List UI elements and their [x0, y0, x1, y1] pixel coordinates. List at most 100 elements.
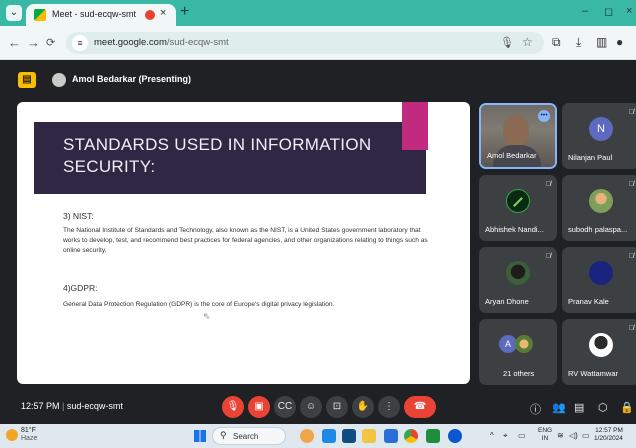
language-indicator[interactable]: ENG IN: [538, 427, 552, 443]
participant-avatar: [515, 335, 533, 353]
taskbar-search[interactable]: ⚲ Search: [212, 427, 286, 445]
chat-icon[interactable]: ▤: [574, 401, 584, 414]
tray-location-icon[interactable]: ⌖: [503, 431, 508, 441]
participant-name: subodh palaspa...: [568, 225, 628, 234]
raise-hand-button[interactable]: ✋: [352, 396, 374, 418]
participant-tile[interactable]: 🎙̸ N Nilanjan Paul: [562, 103, 636, 169]
tray-display-icon[interactable]: ▭: [518, 431, 526, 440]
profile-avatar-icon[interactable]: ●: [616, 35, 623, 49]
recording-indicator-icon: [145, 10, 155, 20]
captions-button[interactable]: CC: [274, 396, 296, 418]
app-icon[interactable]: [342, 429, 356, 443]
mic-off-icon: 🎙̸: [628, 109, 634, 116]
browser-toolbar: ← → ⟳ ≡ meet.google.com/sud-ecqw-smt 🎙 ☆…: [0, 26, 636, 60]
participant-tile[interactable]: 🎙̸ Abhishek Nandi...: [479, 175, 557, 241]
address-bar[interactable]: ≡ meet.google.com/sud-ecqw-smt 🎙 ☆: [66, 32, 544, 54]
participant-name: Aryan Dhone: [485, 297, 529, 306]
participant-name: Pranav Kale: [568, 297, 609, 306]
slide-section-title: 3) NIST:: [63, 211, 94, 221]
slide-section-body: The National Institute of Standards and …: [63, 227, 428, 254]
participant-tile-others[interactable]: A 21 others: [479, 319, 557, 385]
weather-widget[interactable]: 81°F Haze: [21, 427, 37, 443]
weather-haze-icon[interactable]: [6, 429, 18, 441]
screen: ⌄ Meet - sud-ecqw-smt × + – ◻ × ← → ⟳ ≡ …: [0, 0, 636, 448]
participant-avatar: [589, 333, 613, 357]
slide-heading: STANDARDS USED IN INFORMATION SECURITY:: [63, 135, 372, 176]
file-explorer-icon[interactable]: [362, 429, 376, 443]
browser-tab-strip: ⌄ Meet - sud-ecqw-smt × + – ◻ ×: [0, 0, 636, 26]
url-text: meet.google.com/sud-ecqw-smt: [94, 37, 229, 48]
app-icon[interactable]: [448, 429, 462, 443]
more-options-button[interactable]: ⋮: [378, 396, 400, 418]
app-icon[interactable]: [426, 429, 440, 443]
new-tab-button[interactable]: +: [180, 3, 189, 21]
camera-toggle-button[interactable]: ▣: [248, 396, 270, 418]
slide-section-title: 4)GDPR:: [63, 283, 98, 293]
mic-toggle-button[interactable]: 🎙: [222, 396, 244, 418]
participant-tile[interactable]: 🎙̸ RV Wattamwar: [562, 319, 636, 385]
windows-taskbar: 81°F Haze ⚲ Search ^ ⌖ ▭ ENG IN ≋ ◁) ▭ 1…: [0, 424, 636, 448]
activities-icon[interactable]: ⬡: [598, 401, 608, 414]
mouse-cursor-icon: ⇖: [203, 311, 211, 321]
participant-avatar: [589, 261, 613, 285]
participant-tile[interactable]: 🎙̸ subodh palaspa...: [562, 175, 636, 241]
back-icon[interactable]: ←: [8, 35, 21, 50]
bookmark-star-icon[interactable]: ☆: [522, 35, 533, 49]
participant-name: Amol Bedarkar: [487, 151, 537, 160]
participant-avatar: [589, 189, 613, 213]
tab-search-chevron-icon[interactable]: ⌄: [6, 5, 22, 21]
mic-permission-icon[interactable]: 🎙: [500, 36, 514, 49]
app-icon[interactable]: [300, 429, 314, 443]
meet-header: ▤ Amol Bedarkar (Presenting): [0, 60, 636, 100]
people-icon[interactable]: 👥: [552, 401, 566, 414]
emoji-reaction-button[interactable]: ☺: [300, 396, 322, 418]
windows-start-icon[interactable]: [194, 430, 206, 442]
side-panel-icon[interactable]: ▥: [596, 35, 607, 49]
wifi-icon[interactable]: ≋: [557, 431, 564, 440]
browser-tab-meet[interactable]: Meet - sud-ecqw-smt ×: [26, 4, 176, 26]
meeting-controls: 12:57 PM | sud-ecqw-smt 🎙 ▣ CC ☺ ⊡ ✋ ⋮ ☎…: [0, 390, 636, 424]
mic-off-icon: 🎙̸: [628, 253, 634, 260]
mic-off-icon: 🎙̸: [628, 325, 634, 332]
participant-avatar: [506, 261, 530, 285]
leave-call-button[interactable]: ☎: [404, 396, 436, 418]
close-window-icon[interactable]: ×: [626, 5, 632, 17]
slide-section-body: General Data Protection Regulation (GDPR…: [63, 301, 335, 308]
restore-icon[interactable]: ◻: [604, 5, 613, 18]
mic-off-icon: 🎙̸: [628, 181, 634, 188]
meet-favicon-icon: [34, 9, 46, 21]
battery-icon[interactable]: ▭: [582, 431, 590, 440]
tab-close-button[interactable]: ×: [160, 7, 166, 19]
participant-name: Abhishek Nandi...: [485, 225, 544, 234]
participant-name: RV Wattamwar: [568, 369, 619, 378]
host-controls-icon[interactable]: 🔒: [620, 401, 634, 414]
app-icon[interactable]: [384, 429, 398, 443]
reload-icon[interactable]: ⟳: [46, 36, 55, 49]
extensions-icon[interactable]: ⧉: [552, 35, 561, 50]
search-icon: ⚲: [220, 430, 227, 440]
app-icon[interactable]: [322, 429, 336, 443]
chrome-icon[interactable]: [404, 429, 418, 443]
mic-off-icon: 🎙̸: [545, 181, 551, 188]
volume-icon[interactable]: ◁): [569, 431, 578, 440]
minimize-icon[interactable]: –: [582, 5, 588, 17]
participant-avatar: [506, 189, 530, 213]
presenter-avatar: [52, 73, 66, 87]
forward-icon[interactable]: →: [27, 35, 40, 50]
present-screen-button[interactable]: ⊡: [326, 396, 348, 418]
tray-chevron-icon[interactable]: ^: [490, 431, 494, 440]
system-clock[interactable]: 12:57 PM 1/20/2024: [594, 427, 623, 443]
mic-off-icon: 🎙̸: [545, 253, 551, 260]
presentation-icon: ▤: [18, 72, 36, 88]
speaking-indicator-icon: •••: [538, 110, 550, 122]
meeting-info-icon[interactable]: ⓘ: [530, 401, 541, 417]
participant-tile[interactable]: 🎙̸ Aryan Dhone: [479, 247, 557, 313]
tab-title: Meet - sud-ecqw-smt: [52, 9, 137, 19]
participant-tile[interactable]: ••• Amol Bedarkar: [479, 103, 557, 169]
participant-tile[interactable]: 🎙̸ Pranav Kale: [562, 247, 636, 313]
participant-name: 21 others: [503, 369, 535, 378]
site-info-icon[interactable]: ≡: [72, 35, 88, 51]
download-icon[interactable]: ⤓: [576, 35, 581, 50]
presenter-label: Amol Bedarkar (Presenting): [72, 74, 192, 84]
participant-name: Nilanjan Paul: [568, 153, 613, 162]
